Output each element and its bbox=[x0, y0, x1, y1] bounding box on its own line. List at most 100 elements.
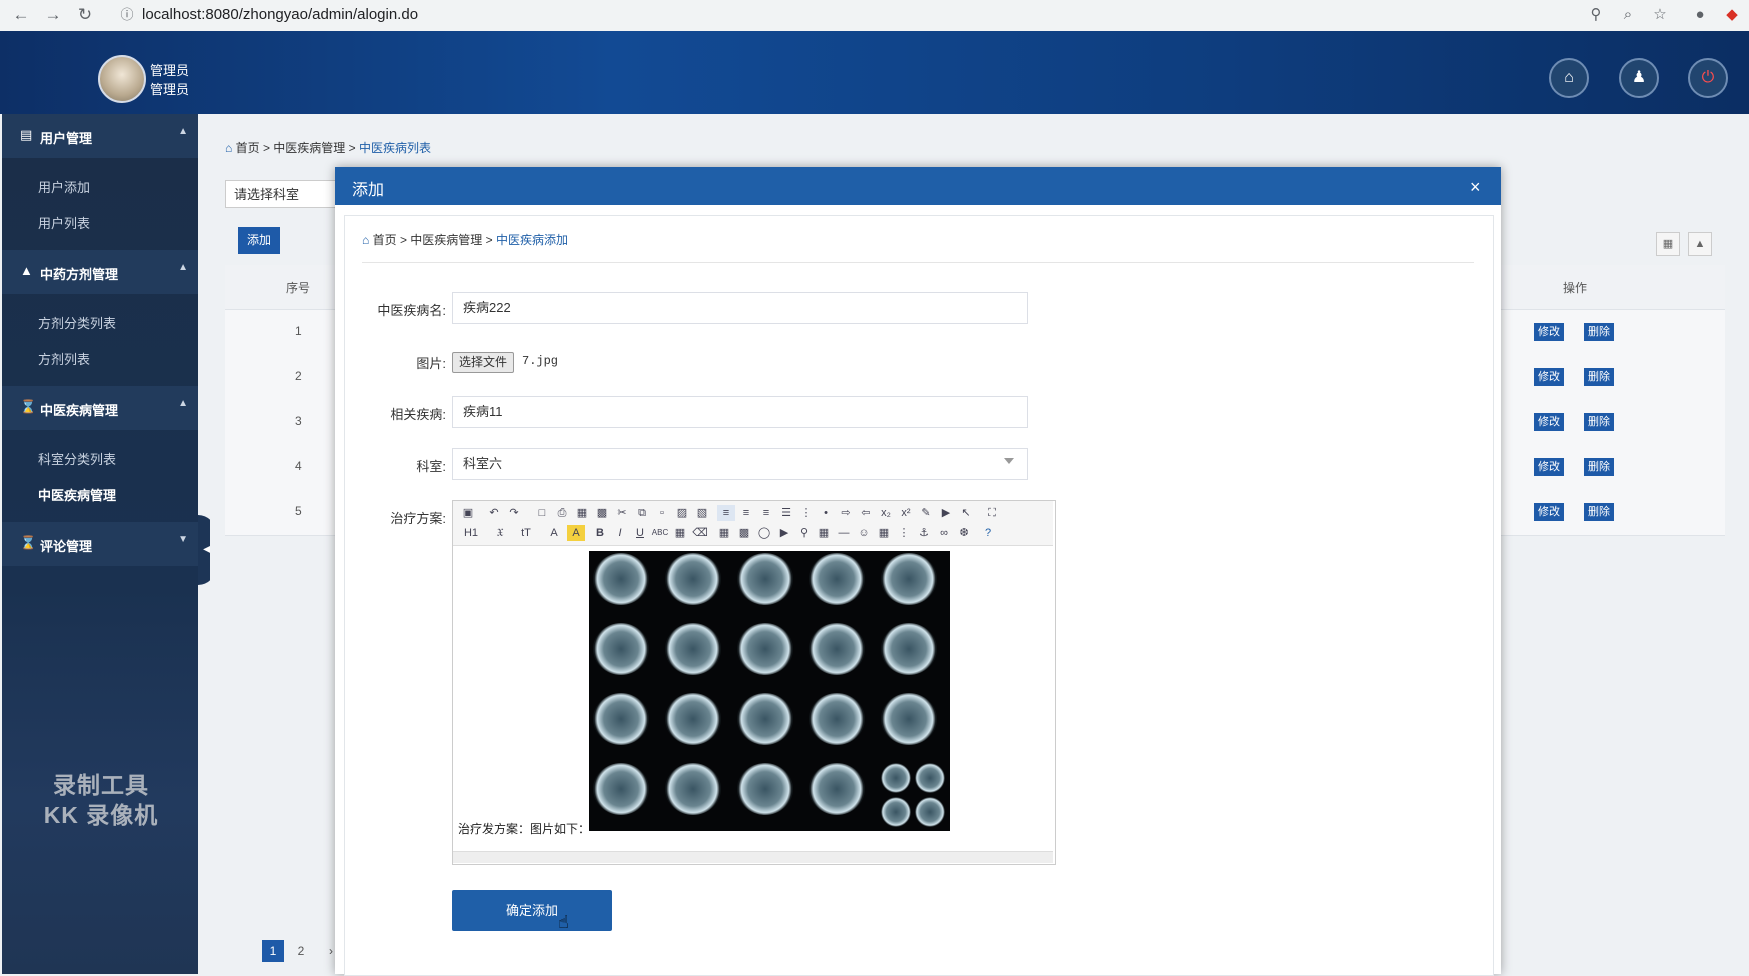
star-icon[interactable]: ☆ bbox=[1650, 5, 1670, 25]
bold-icon[interactable]: B bbox=[591, 525, 609, 541]
align-center-icon[interactable]: ≡ bbox=[737, 505, 755, 521]
print-icon[interactable]: ⎙ bbox=[553, 505, 571, 521]
paste-icon[interactable]: ▫ bbox=[653, 505, 671, 521]
avatar[interactable] bbox=[98, 55, 146, 103]
page-break-icon[interactable]: ⋮ bbox=[895, 525, 913, 541]
edit-button[interactable]: 修改 bbox=[1534, 413, 1564, 431]
choose-file-button[interactable]: 选择文件 bbox=[452, 352, 515, 373]
related-disease-input[interactable]: 疾病11 bbox=[452, 396, 1028, 428]
strikethrough-icon[interactable]: ABC bbox=[651, 525, 669, 541]
align-right-icon[interactable]: ≡ bbox=[757, 505, 775, 521]
breadcrumb-mid[interactable]: 中医疾病管理 bbox=[410, 233, 482, 247]
redo-icon[interactable]: ↷ bbox=[505, 505, 523, 521]
delete-button[interactable]: 删除 bbox=[1584, 413, 1614, 431]
department-select[interactable]: 请选择科室 bbox=[225, 180, 337, 208]
cut-icon[interactable]: ✂ bbox=[613, 505, 631, 521]
sidebar-item-user-list[interactable]: 用户列表 bbox=[38, 213, 90, 232]
breadcrumb-home[interactable]: 首页 bbox=[236, 141, 260, 155]
subscript-icon[interactable]: x₂ bbox=[877, 505, 895, 521]
template-icon[interactable]: ▦ bbox=[573, 505, 591, 521]
select-all-icon[interactable]: ▶ bbox=[937, 505, 955, 521]
align-justify-icon[interactable]: ☰ bbox=[777, 505, 795, 521]
delete-button[interactable]: 删除 bbox=[1584, 368, 1614, 386]
map-icon[interactable]: ▦ bbox=[875, 525, 893, 541]
line-height-icon[interactable]: ▦ bbox=[671, 525, 689, 541]
delete-button[interactable]: 删除 bbox=[1584, 458, 1614, 476]
sidebar-section-prescriptions[interactable]: ▲ 中药方剂管理 ▲ bbox=[2, 250, 198, 294]
sidebar-item-user-add[interactable]: 用户添加 bbox=[38, 177, 90, 196]
undo-icon[interactable]: ↶ bbox=[485, 505, 503, 521]
paste-word-icon[interactable]: ▧ bbox=[693, 505, 711, 521]
confirm-add-button[interactable]: 确定添加 bbox=[452, 890, 612, 931]
editor-resize-bar[interactable] bbox=[453, 851, 1053, 863]
emoticon-icon[interactable]: ☺ bbox=[855, 525, 873, 541]
unlink-icon[interactable]: ❆ bbox=[955, 525, 973, 541]
font-color-icon[interactable]: A bbox=[545, 525, 563, 541]
attachment-icon[interactable]: ⚲ bbox=[795, 525, 813, 541]
grid-icon[interactable]: ▦ bbox=[1656, 232, 1680, 256]
copy-icon[interactable]: ⧉ bbox=[633, 505, 651, 521]
power-icon[interactable]: ⏻ bbox=[1688, 58, 1728, 98]
horizontal-rule-icon[interactable]: — bbox=[835, 525, 853, 541]
font-family-icon[interactable]: 𝔛 bbox=[489, 525, 511, 541]
preview-icon[interactable]: □ bbox=[533, 505, 551, 521]
delete-button[interactable]: 删除 bbox=[1584, 503, 1614, 521]
underline-icon[interactable]: U bbox=[631, 525, 649, 541]
edit-button[interactable]: 修改 bbox=[1534, 323, 1564, 341]
sidebar-section-users[interactable]: ▤ 用户管理 ▲ bbox=[2, 114, 198, 158]
fullscreen-icon[interactable]: ⛶ bbox=[983, 505, 1001, 521]
superscript-icon[interactable]: x² bbox=[897, 505, 915, 521]
department-select[interactable]: 科室六 bbox=[452, 448, 1028, 480]
edit-button[interactable]: 修改 bbox=[1534, 458, 1564, 476]
zoom-icon[interactable]: ⌕ bbox=[1618, 5, 1638, 25]
multi-image-icon[interactable]: ▩ bbox=[735, 525, 753, 541]
home-icon[interactable]: ⌂ bbox=[1549, 58, 1589, 98]
page-button[interactable]: 2 bbox=[290, 940, 312, 962]
ordered-list-icon[interactable]: ⋮ bbox=[797, 505, 815, 521]
anchor-icon[interactable]: ⚓ bbox=[915, 525, 933, 541]
italic-icon[interactable]: I bbox=[611, 525, 629, 541]
font-size-icon[interactable]: tT bbox=[515, 525, 537, 541]
edit-button[interactable]: 修改 bbox=[1534, 503, 1564, 521]
align-left-icon[interactable]: ≡ bbox=[717, 505, 735, 521]
breadcrumb-mid[interactable]: 中医疾病管理 bbox=[273, 141, 345, 155]
disease-name-input[interactable]: 疾病222 bbox=[452, 292, 1028, 324]
table-icon[interactable]: ▦ bbox=[815, 525, 833, 541]
reload-icon[interactable]: ↻ bbox=[74, 4, 96, 26]
sidebar-item-prescription-category[interactable]: 方剂分类列表 bbox=[38, 313, 116, 332]
profile-icon[interactable]: ● bbox=[1690, 5, 1710, 25]
sidebar-item-prescription-list[interactable]: 方剂列表 bbox=[38, 349, 90, 368]
media-icon[interactable]: ▶ bbox=[775, 525, 793, 541]
sidebar-section-diseases[interactable]: ⌛ 中医疾病管理 ▲ bbox=[2, 386, 198, 430]
extension-icon[interactable]: ◆ bbox=[1722, 5, 1742, 25]
heading-icon[interactable]: H1 bbox=[459, 525, 483, 541]
user-icon[interactable]: ♟ bbox=[1619, 58, 1659, 98]
breadcrumb-home[interactable]: 首页 bbox=[373, 233, 397, 247]
sidebar-item-disease-management[interactable]: 中医疾病管理 bbox=[38, 485, 116, 504]
image-icon[interactable]: ▦ bbox=[715, 525, 733, 541]
highlight-icon[interactable]: A bbox=[567, 525, 585, 541]
back-icon[interactable]: ← bbox=[10, 4, 32, 26]
flash-icon[interactable]: ◯ bbox=[755, 525, 773, 541]
edit-button[interactable]: 修改 bbox=[1534, 368, 1564, 386]
add-button[interactable]: 添加 bbox=[238, 227, 280, 254]
key-icon[interactable]: ⚲ bbox=[1586, 5, 1606, 25]
link-icon[interactable]: ∞ bbox=[935, 525, 953, 541]
close-icon[interactable]: × bbox=[1470, 177, 1481, 198]
eraser-icon[interactable]: ⌫ bbox=[691, 525, 709, 541]
indent-icon[interactable]: ⇨ bbox=[837, 505, 855, 521]
help-icon[interactable]: ? bbox=[979, 525, 997, 541]
code-icon[interactable]: ▩ bbox=[593, 505, 611, 521]
forward-icon[interactable]: → bbox=[42, 4, 64, 26]
export-icon[interactable]: ▲ bbox=[1688, 232, 1712, 256]
clear-format-icon[interactable]: ✎ bbox=[917, 505, 935, 521]
source-icon[interactable]: ▣ bbox=[459, 505, 477, 521]
url-bar[interactable]: localhost:8080/zhongyao/admin/alogin.do bbox=[142, 6, 418, 23]
pointer-icon[interactable]: ↖ bbox=[957, 505, 975, 521]
delete-button[interactable]: 删除 bbox=[1584, 323, 1614, 341]
sidebar-item-department-category[interactable]: 科室分类列表 bbox=[38, 449, 116, 468]
outdent-icon[interactable]: ⇦ bbox=[857, 505, 875, 521]
sidebar-section-comments[interactable]: ⌛ 评论管理 ▼ bbox=[2, 522, 198, 566]
paste-text-icon[interactable]: ▨ bbox=[673, 505, 691, 521]
unordered-list-icon[interactable]: • bbox=[817, 505, 835, 521]
